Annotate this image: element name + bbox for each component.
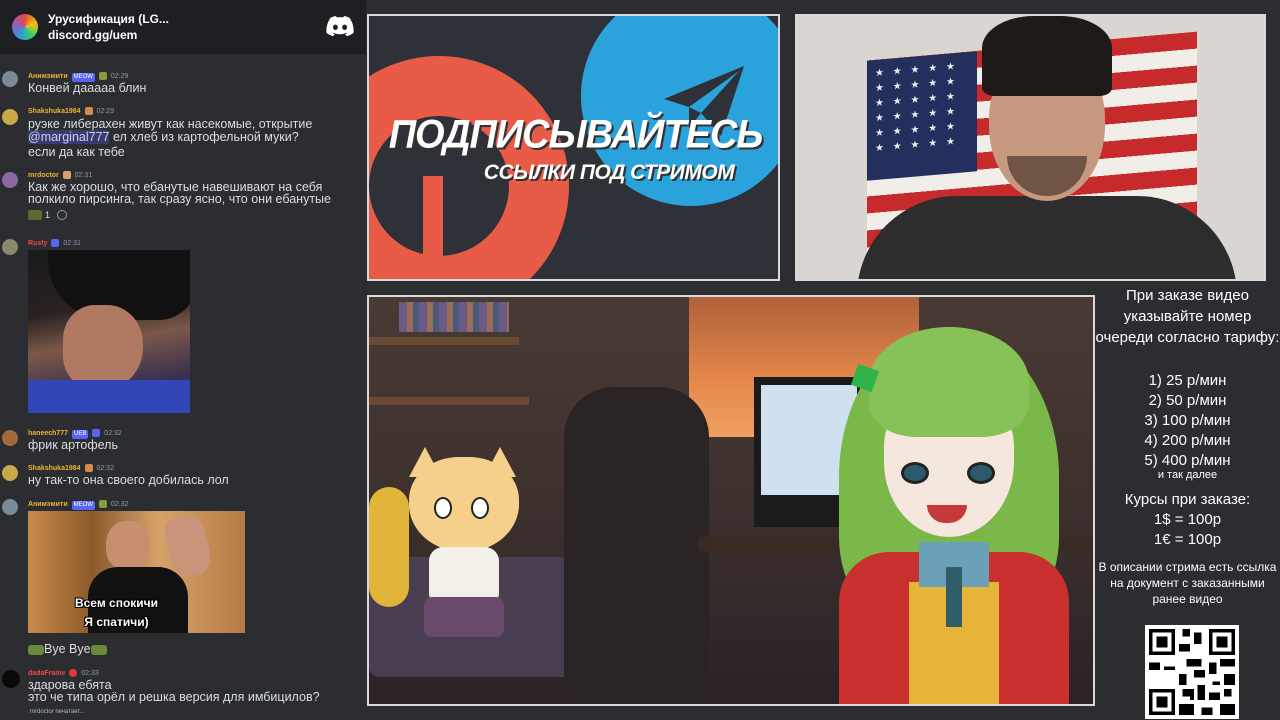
typing-indicator: mrdoctor печатает... [30,709,85,715]
badge-icon [92,429,101,438]
message-time: 02:29 [110,73,129,80]
avatar [2,71,18,87]
reaction-emoji-icon[interactable] [28,210,42,220]
promo-subline: ССЫЛКИ ПОД СТРИМОМ [483,161,735,184]
discord-logo-icon [326,16,354,36]
message-author[interactable]: Анимэмити [28,73,68,80]
cat-girl-character [409,447,529,647]
stream-layout: Урусификация (LG... discord.gg/uem Анимэ… [0,0,1280,720]
message-text: ну так-то она своего добилась лол [28,473,229,487]
badge-icon [51,239,60,248]
meme-caption: Всем спокичи [74,596,159,610]
video-scene [367,295,1095,706]
rates-title: Курсы при заказе: [1124,491,1251,508]
order-info-panel: При заказе видео указывайте номер очеред… [1095,281,1280,720]
discord-chat-panel: Урусификация (LG... discord.gg/uem Анимэ… [0,0,366,720]
message-text: фрик артофель [28,438,118,452]
badge-icon [62,171,71,180]
vtuber-avatar [839,327,1069,704]
webcam-feed: ★ ★ ★ ★ ★ ★ ★ ★ ★ ★ ★ ★ ★ ★ ★ ★ ★ ★ ★ ★ … [795,14,1266,281]
gaming-chair [564,387,709,697]
message-author[interactable]: haneech777 [28,430,68,437]
avatar [2,465,18,481]
reaction-bar[interactable]: 1 [28,210,68,220]
badge-icon [84,107,93,116]
message-text: если да как тебе [28,145,125,159]
message-time: 02:29 [96,108,114,115]
bookshelf [399,302,509,332]
promo-headline: ПОДПИСЫВАЙТЕСЬ [388,112,764,158]
rate-item: 1$ = 100р [1153,511,1222,528]
plush-toy [369,487,409,607]
message-author[interactable]: Shakshuka1984 [28,465,81,472]
tier-item: 2) 50 р/мин [1148,392,1227,409]
message-time: 02:31 [63,240,81,247]
badge-icon [98,500,107,509]
message-author[interactable]: Анимэмити [28,501,68,508]
message-text: это че типа орёл и решка версия для имби… [28,690,320,704]
invite-link[interactable]: discord.gg/uem [48,27,169,43]
qr-code-icon [1145,625,1239,719]
user-mention[interactable]: @marginal777 [28,130,110,144]
message-time: 02:33 [81,670,99,677]
message-author[interactable]: Shakshuka1984 [28,108,81,115]
message-text: Конвей дааааа блин [28,81,147,95]
subscribe-promo-panel: ПОДПИСЫВАЙТЕСЬ ССЫЛКИ ПОД СТРИМОМ [367,14,780,281]
message-author[interactable]: mrdoctor [28,172,59,179]
rate-item: 1€ = 100р [1153,531,1222,548]
tier-item: 4) 200 р/мин [1144,432,1231,449]
badge-icon [98,72,107,81]
message-text: Bye Bye [28,643,107,656]
meme-caption: Я спатичи) [84,615,149,629]
message-time: 02:32 [110,501,129,508]
add-reaction-icon[interactable] [57,210,68,220]
avatar [2,239,18,255]
attached-image[interactable] [28,250,190,413]
avatar [2,499,18,515]
avatar [2,109,18,125]
badge-icon [69,669,78,678]
message-time: 02:32 [104,430,122,437]
avatar [2,670,20,688]
tier-item: 1) 25 р/мин [1148,372,1227,389]
badge-icon [84,464,93,473]
streamer [857,16,1237,279]
emoji-icon [90,644,107,655]
tier-item: 3) 100 р/мин [1144,412,1231,429]
order-instructions: При заказе видео указывайте номер очеред… [1095,287,1280,346]
emoji-icon [28,644,44,655]
role-badge: MEOW [71,501,95,510]
server-name: Урусификация (LG... [48,12,169,26]
attached-image[interactable]: Всем спокичи Я спатичи) [28,511,245,633]
message-time: 02:32 [96,465,114,472]
message-author[interactable]: Rusty [28,240,47,247]
message-text: полкило пирсинга, так сразу ясно, что он… [28,192,331,206]
message-time: 02:31 [74,172,93,179]
description-note: В описании стрима есть ссылка на докумен… [1098,560,1277,606]
message-author[interactable]: dadaFrame [28,670,65,677]
server-icon [12,14,38,40]
reaction-count: 1 [45,210,51,220]
avatar [2,172,18,188]
message-text: @marginal777 ел хлеб из картофельной мук… [28,130,299,144]
chat-header: Урусификация (LG... discord.gg/uem [0,0,366,54]
avatar [2,430,18,446]
tier-etc: и так далее [1157,469,1218,481]
tier-item: 5) 400 р/мин [1144,452,1231,469]
